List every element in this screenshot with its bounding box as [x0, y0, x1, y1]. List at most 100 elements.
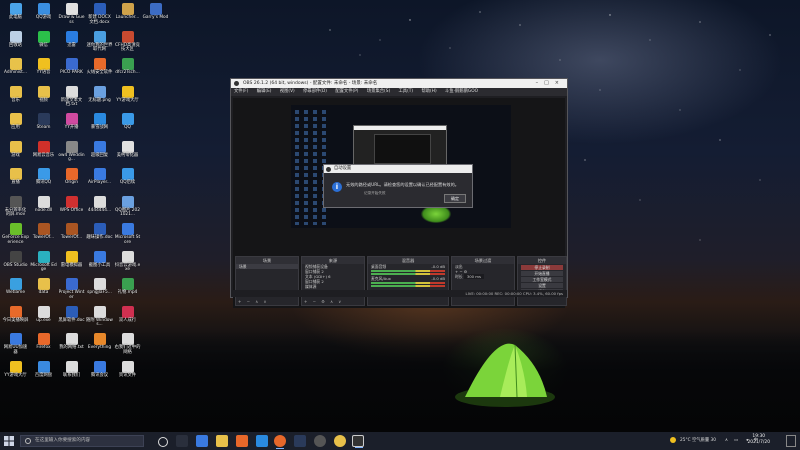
settings-button[interactable]: 设置 — [521, 283, 563, 288]
desktop-icon[interactable]: 黑屏软件.doc — [58, 305, 85, 333]
menu-edit[interactable]: 编辑(E) — [257, 89, 272, 94]
desktop-icon[interactable]: Administ... — [2, 57, 29, 85]
desktop-icon[interactable]: 趣味操作.doc — [86, 222, 113, 250]
desktop-icon[interactable]: 无标题.png — [86, 85, 113, 113]
desktop-icon[interactable]: 腾讯会议 — [86, 360, 113, 388]
desktop-icon[interactable]: Steam — [30, 112, 57, 140]
desktop-icon[interactable]: AirPlayer... — [86, 167, 113, 195]
desktop-icon[interactable]: 美柯零化器 — [114, 140, 141, 168]
desktop-icon[interactable]: Launcher... — [114, 2, 141, 30]
desktop-icon[interactable]: data — [30, 277, 57, 305]
desktop-icon[interactable]: 新建文本文档.txt — [58, 85, 85, 113]
desktop-icon[interactable]: WPS Office — [58, 195, 85, 223]
desktop-icon[interactable]: Garry's Mod — [142, 2, 169, 30]
desktop-icon[interactable]: 音乐 — [2, 85, 29, 113]
desktop-icon[interactable]: OBS Studio — [2, 250, 29, 278]
desktop-icon[interactable]: up.exe — [30, 305, 57, 333]
desktop-icon[interactable]: QQ后续 — [114, 167, 141, 195]
taskbar-app-icon[interactable] — [334, 435, 346, 447]
desktop-icon[interactable]: 随附 Windows... — [86, 305, 113, 333]
source-item[interactable]: 媒体源 — [302, 284, 364, 289]
desktop-icon[interactable]: 资讯文件 — [114, 360, 141, 388]
firefox-icon[interactable] — [274, 435, 286, 449]
desktop-icon[interactable]: 截图小工具 — [86, 250, 113, 278]
desktop-icon[interactable]: QQ — [114, 112, 141, 140]
sources-toolbar[interactable]: + − ⚙ ∧ ∨ — [304, 299, 343, 304]
studio-mode-button[interactable]: 工作室模式 — [521, 277, 563, 282]
start-streaming-button[interactable]: 开始直播 — [521, 271, 563, 276]
volume-slider[interactable] — [371, 285, 445, 287]
menu-file[interactable]: 文件(F) — [234, 89, 248, 94]
desktop-icon[interactable]: 直播 — [2, 167, 29, 195]
desktop-icon[interactable]: ow4 Wedding... — [58, 140, 85, 168]
desktop-icon[interactable]: 礼物.mp4 — [114, 277, 141, 305]
desktop-icon[interactable]: PICO PARK — [58, 57, 85, 85]
desktop-icon[interactable]: TowerOf... — [58, 222, 85, 250]
desktop-icon[interactable]: YY游戏大厅 — [114, 85, 141, 113]
desktop-icon[interactable]: Project Winter — [58, 277, 85, 305]
volume-slider[interactable] — [371, 273, 445, 275]
desktop-icon[interactable]: Firefox — [30, 332, 57, 360]
desktop-icon[interactable]: QQ游戏 — [30, 2, 57, 30]
desktop-icon[interactable]: 4444444... — [86, 195, 113, 223]
desktop-icon[interactable]: 此电脑 — [2, 2, 29, 30]
weather-icon[interactable] — [670, 437, 676, 443]
taskbar-clock[interactable]: 19:30 2021/7/20 — [747, 434, 770, 446]
desktop-icon[interactable]: 回收站 — [2, 30, 29, 58]
obs-taskbar-icon[interactable] — [352, 435, 364, 448]
transition-duration[interactable]: 时长 300 ms — [452, 274, 514, 279]
desktop-icon[interactable]: 今日美播映屏 — [2, 305, 29, 333]
taskbar-search-box[interactable]: 在这里输入你要搜索的内容 — [20, 435, 144, 447]
desktop-icon[interactable]: 未分辨率化 的屏.mov — [2, 195, 29, 223]
desktop-icon[interactable]: 双人成行 — [114, 305, 141, 333]
desktop-icon[interactable]: 迷你我的世界 取代网 — [86, 30, 113, 58]
window-controls[interactable]: –□× — [536, 79, 565, 88]
menu-profile[interactable]: 配置文件(P) — [335, 89, 358, 94]
desktop-icon[interactable]: TowerOf... — [30, 222, 57, 250]
desktop-icon[interactable]: 应用 — [2, 112, 29, 140]
taskbar-app-icon[interactable] — [314, 435, 326, 447]
desktop-icon[interactable]: 网易云音乐 — [30, 140, 57, 168]
desktop-icon[interactable]: 网易UU加速器 — [2, 332, 29, 360]
dialog-titlebar[interactable]: 自动设置 — [324, 165, 472, 173]
menu-view[interactable]: 视图(V) — [280, 89, 295, 94]
file-explorer-icon[interactable] — [216, 435, 228, 447]
desktop-icon[interactable]: Wetlame — [2, 277, 29, 305]
desktop-icon[interactable]: 超级回复 — [86, 140, 113, 168]
desktop-icon[interactable]: 微信 — [30, 30, 57, 58]
notification-icon[interactable] — [786, 435, 796, 447]
network-icon[interactable]: ▭ — [734, 432, 738, 450]
error-dialog[interactable]: 自动设置 i 无效的路径或URL。请检查您的设置以确认已经配置有效的。 记录开始… — [323, 164, 473, 208]
task-view-icon[interactable] — [158, 437, 168, 447]
windows-start-icon[interactable] — [4, 436, 14, 446]
menu-tools[interactable]: 工具(T) — [399, 89, 414, 94]
close-icon[interactable]: × — [555, 80, 565, 86]
desktop-icon[interactable]: 我的网络.txt — [58, 332, 85, 360]
desktop-icon[interactable]: Microsoft Edge — [30, 250, 57, 278]
obs-titlebar[interactable]: OBS 26.1.2 (64 bit, windows) - 配置文件: 未命名… — [231, 79, 567, 88]
desktop-icon[interactable]: 新建 DOCX 文档.docx — [86, 2, 113, 30]
desktop-icon[interactable]: 右我们过中的网络 — [114, 332, 141, 360]
dialog-ok-button[interactable]: 确定 — [444, 194, 466, 203]
desktop-icon[interactable]: 联系我们 — [58, 360, 85, 388]
minimize-icon[interactable]: – — [536, 80, 545, 86]
desktop-icon[interactable]: dfcr2Tsch... — [114, 57, 141, 85]
desktop-icon[interactable]: 迅雷 — [58, 30, 85, 58]
desktop-icon[interactable]: Everything — [86, 332, 113, 360]
weather-text[interactable]: 25°C 空气质量 30 — [680, 432, 716, 450]
desktop-icon[interactable]: 百度网盘 — [30, 360, 57, 388]
desktop-icon[interactable]: Microsoft Store — [114, 222, 141, 250]
menu-help[interactable]: 帮助(H) — [421, 89, 436, 94]
taskbar-app-icon[interactable] — [196, 435, 208, 447]
desktop-icon[interactable]: QQ图片 2021021... — [114, 195, 141, 223]
desktop-icon[interactable]: 视频 — [30, 85, 57, 113]
desktop-icon[interactable]: GeForce Experience — [2, 222, 29, 250]
desktop-icon[interactable]: Draw & Guess — [58, 2, 85, 30]
desktop-icon[interactable]: 抖音云游戏.exe — [114, 250, 141, 278]
desktop-icon[interactable]: 暴雪战网 — [86, 112, 113, 140]
taskbar-app-icon[interactable] — [176, 435, 188, 447]
desktop-icon[interactable]: 腾讯QQ — [30, 167, 57, 195]
taskbar-app-icon[interactable] — [256, 435, 268, 447]
stop-recording-button[interactable]: 停止录制 — [521, 265, 563, 270]
desktop-icon[interactable]: YY开播 — [58, 112, 85, 140]
